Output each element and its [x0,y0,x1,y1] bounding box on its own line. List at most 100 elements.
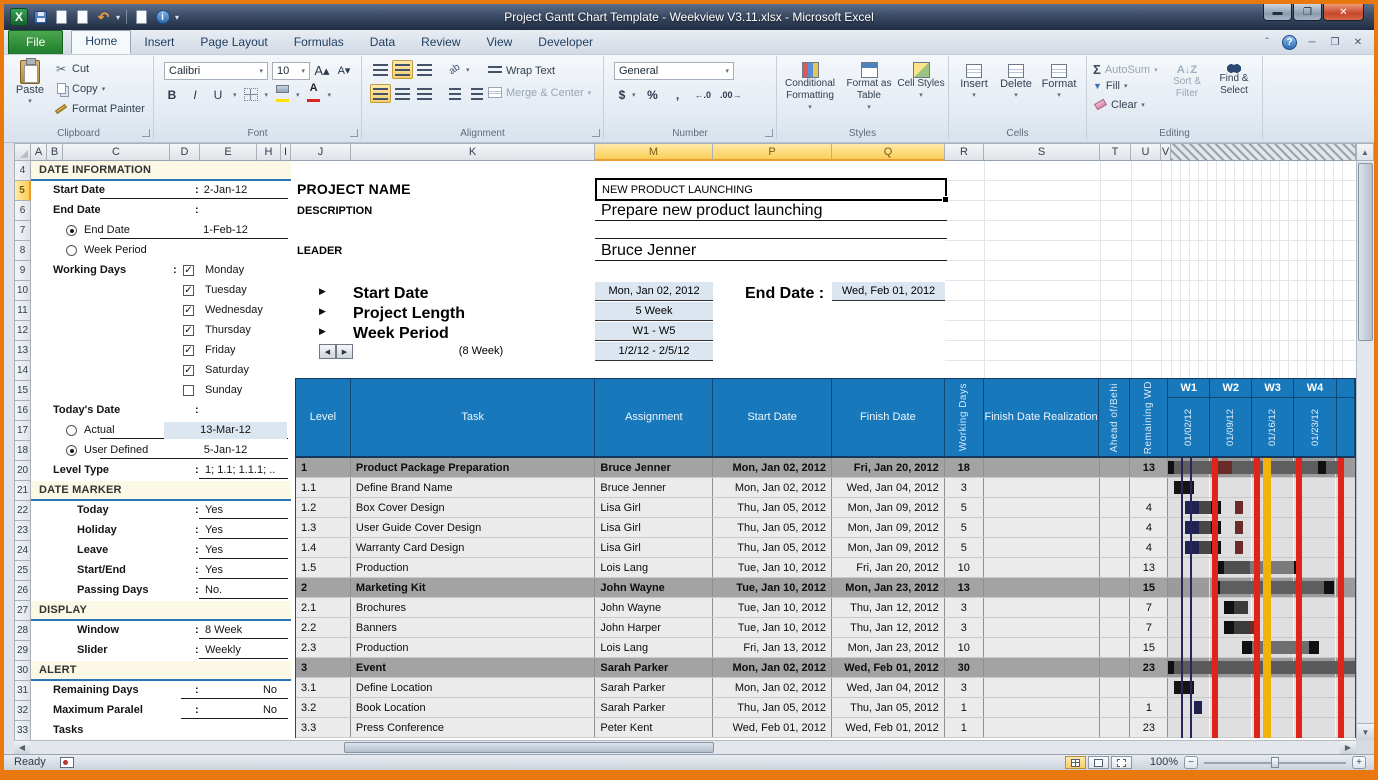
cell-ab[interactable] [1100,538,1131,557]
column-header-U[interactable]: U [1131,143,1161,161]
tab-view[interactable]: View [474,32,526,54]
cell-finish[interactable]: Mon, Jan 23, 2012 [832,578,945,597]
scroll-up-button[interactable]: ▲ [1356,143,1374,161]
scroll-right-button[interactable]: ▶ [1340,741,1356,754]
undo-dropdown-icon[interactable]: ▾ [116,13,120,22]
cell-finish[interactable]: Mon, Jan 23, 2012 [832,638,945,657]
horizontal-scrollbar-thumb[interactable] [344,742,714,753]
cell-task[interactable]: Marketing Kit [351,578,596,597]
row-header-5[interactable]: 5 [14,181,31,201]
table-row-1.2[interactable]: 1.2Box Cover DesignLisa GirlThu, Jan 05,… [296,498,1355,518]
column-header-E[interactable]: E [200,143,257,161]
paste-button[interactable]: Paste ▾ [10,60,50,108]
cell-wd[interactable]: 3 [945,598,984,617]
field-value[interactable]: 5-Jan-12 [164,444,287,456]
increase-indent-button[interactable] [466,84,487,103]
row-header-12[interactable]: 12 [14,321,31,341]
cell-ab[interactable] [1100,698,1131,717]
cell-start[interactable]: Fri, Jan 13, 2012 [713,638,832,657]
cell-ab[interactable] [1100,578,1131,597]
column-header-K[interactable]: K [351,143,595,161]
copy-button[interactable]: Copy ▾ [54,82,105,95]
cell-start[interactable]: Mon, Jan 02, 2012 [713,478,832,497]
currency-button[interactable]: $ [614,86,630,103]
font-name-select[interactable]: Calibri▾ [164,62,268,80]
cell-level[interactable]: 3.1 [296,678,351,697]
column-header-A[interactable]: A [31,143,47,161]
table-row-1.1[interactable]: 1.1Define Brand NameBruce JennerMon, Jan… [296,478,1355,498]
page-break-view-button[interactable] [1111,756,1132,769]
column-header-R[interactable]: R [945,143,984,161]
conditional-formatting-button[interactable]: Conditional Formatting ▾ [779,62,841,114]
header-rwd[interactable]: Remaining WD [1130,379,1168,456]
cell-ab[interactable] [1100,478,1131,497]
insert-cells-button[interactable]: Insert ▾ [953,64,995,102]
field-value[interactable]: 8 Week [205,624,242,636]
cell-rwd[interactable]: 23 [1130,718,1168,737]
tab-formulas[interactable]: Formulas [281,32,357,54]
cell-start[interactable]: Mon, Jan 02, 2012 [713,658,832,677]
close-button[interactable]: ✕ [1323,4,1364,21]
cell-wd[interactable]: 18 [945,458,984,477]
table-row-1.5[interactable]: 1.5ProductionLois LangTue, Jan 10, 2012F… [296,558,1355,578]
print-preview-icon[interactable] [74,9,91,26]
cell-fdr[interactable] [984,458,1100,477]
row-header-9[interactable]: 9 [14,261,31,281]
row-header-20[interactable]: 20 [14,461,31,481]
row-header-25[interactable]: 25 [14,561,31,581]
row-header-11[interactable]: 11 [14,301,31,321]
cell-finish[interactable]: Thu, Jan 12, 2012 [832,618,945,637]
field-value[interactable]: Yes [205,504,223,516]
grow-font-button[interactable]: A▴ [314,62,330,79]
restore-button[interactable]: ❐ [1293,4,1322,21]
row-header-31[interactable]: 31 [14,681,31,701]
field-value[interactable]: 2-Jan-12 [164,184,287,196]
radio-week-period[interactable] [66,245,77,256]
row-header-16[interactable]: 16 [14,401,31,421]
header-fdr[interactable]: Finish Date Realization [984,379,1100,456]
header-week-w2[interactable]: W201/09/12 [1210,379,1252,456]
vertical-scrollbar-thumb[interactable] [1358,163,1373,341]
borders-icon[interactable] [244,88,258,101]
italic-button[interactable]: I [187,86,203,103]
decrease-indent-button[interactable] [444,84,465,103]
fill-color-dropdown-icon[interactable]: ▾ [296,91,300,99]
field-value[interactable]: Yes [205,564,223,576]
cell-start[interactable]: Thu, Jan 05, 2012 [713,698,832,717]
checkbox-monday[interactable]: ✓ [183,265,194,276]
underline-dropdown-icon[interactable]: ▾ [233,91,237,99]
bold-button[interactable]: B [164,86,180,103]
table-row-2[interactable]: 2Marketing KitJohn WayneTue, Jan 10, 201… [296,578,1355,598]
cell-rwd[interactable]: 4 [1130,498,1168,517]
row-header-32[interactable]: 32 [14,701,31,721]
cell-level[interactable]: 2.2 [296,618,351,637]
field-value[interactable]: 1-Feb-12 [164,224,287,236]
font-color-icon[interactable]: A [307,88,321,101]
checkbox-saturday[interactable]: ✓ [183,365,194,376]
cell-start[interactable]: Mon, Jan 02, 2012 [713,458,832,477]
cell-task[interactable]: Production [351,638,596,657]
cell-wd[interactable]: 5 [945,498,984,517]
zoom-document-icon[interactable] [133,9,150,26]
column-header-WZ[interactable] [1171,143,1356,161]
format-painter-button[interactable]: Format Painter [54,102,145,115]
info-icon[interactable]: i [154,9,171,26]
fill-color-icon[interactable] [275,88,289,101]
cell-task[interactable]: Press Conference [351,718,596,737]
table-row-3.3[interactable]: 3.3Press ConferencePeter KentWed, Feb 01… [296,718,1355,738]
shrink-font-button[interactable]: A▾ [336,62,352,79]
cell-wd[interactable]: 10 [945,638,984,657]
table-row-2.1[interactable]: 2.1BrochuresJohn WayneTue, Jan 10, 2012T… [296,598,1355,618]
column-header-J[interactable]: J [291,143,351,161]
cell-start[interactable]: Wed, Feb 01, 2012 [713,718,832,737]
cell-ab[interactable] [1100,458,1131,477]
decrease-decimal-button[interactable]: .00→ [720,86,742,103]
autosum-button[interactable]: Σ AutoSum ▾ [1093,62,1158,77]
column-header-M[interactable]: M [595,143,713,161]
cell-wd[interactable]: 5 [945,518,984,537]
row-header-30[interactable]: 30 [14,661,31,681]
number-dialog-launcher-icon[interactable] [765,129,773,137]
cell-fdr[interactable] [984,558,1100,577]
table-row-3[interactable]: 3EventSarah ParkerMon, Jan 02, 2012Wed, … [296,658,1355,678]
field-value[interactable]: Yes [205,544,223,556]
